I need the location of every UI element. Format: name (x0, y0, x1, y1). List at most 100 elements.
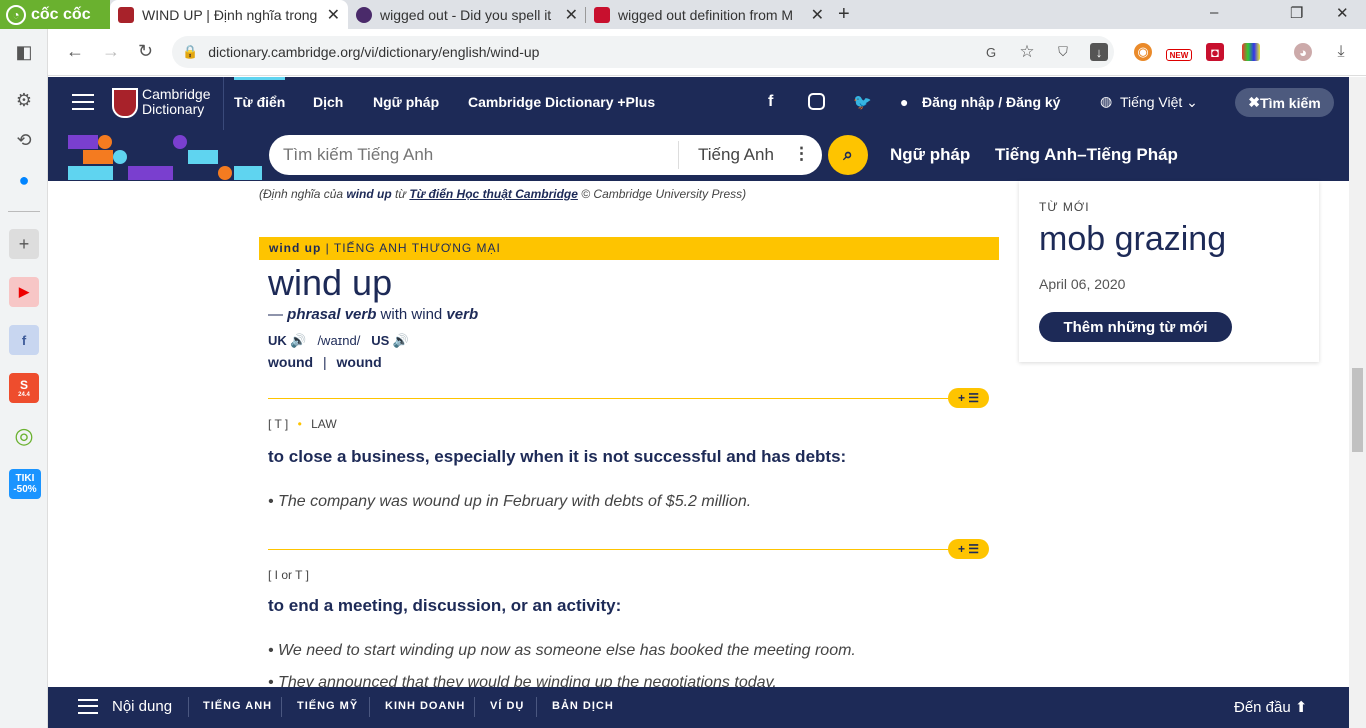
site-header: Cambridge Dictionary Từ điển Dịch Ngữ ph… (48, 77, 1349, 130)
example-sentence: • The company was wound up in February w… (268, 493, 752, 510)
tiki-icon[interactable]: TIKI -50% (9, 469, 41, 499)
minimize-icon[interactable]: ‒ (1210, 4, 1218, 21)
tab-translations[interactable]: BẢN DỊCH (552, 700, 614, 712)
shopee-badge: 24.4 (18, 392, 30, 398)
tab-business[interactable]: KINH DOANH (385, 700, 465, 712)
facebook-icon[interactable]: f (9, 325, 39, 355)
scrollbar-thumb[interactable] (1352, 368, 1363, 452)
nav-grammar[interactable]: Ngữ pháp (373, 94, 439, 110)
audio-us-icon[interactable]: 🔊 (393, 333, 409, 348)
new-tab-icon[interactable]: + (838, 3, 850, 26)
brand-line-2: Dictionary (142, 101, 205, 117)
tab-english[interactable]: TIẾNG ANH (203, 700, 272, 712)
new-word-link[interactable]: mob grazing (1039, 220, 1226, 259)
tab-american[interactable]: TIẾNG MỸ (297, 700, 358, 712)
shield-icon[interactable]: ⛉ (1054, 43, 1072, 61)
coccoc-logo-text: cốc cốc (31, 5, 91, 23)
coccoc-app-icon[interactable]: ◎ (9, 421, 39, 451)
tab-title: wigged out definition from M (618, 6, 794, 23)
bookmark-star-icon[interactable]: ☆ (1018, 42, 1036, 61)
contents-button[interactable]: Nội dung (112, 698, 172, 715)
back-to-top-button[interactable]: Đến đầu ⬆ (1234, 698, 1307, 716)
profile-avatar-icon[interactable]: ◕ (1294, 43, 1312, 61)
tab-wigged-out-definition[interactable]: wigged out definition from M ✕ (586, 0, 832, 29)
nav-plus[interactable]: Cambridge Dictionary +Plus (468, 94, 655, 110)
new-badge-icon[interactable]: NEW (1166, 49, 1192, 61)
instagram-icon[interactable] (808, 93, 825, 110)
credit-mid: từ (391, 187, 410, 201)
tab-wigged-out-spell[interactable]: wigged out - Did you spell it ✕ (348, 0, 586, 29)
add-app-icon[interactable]: + (9, 229, 39, 259)
translate-icon[interactable]: G (982, 43, 1000, 61)
nav-dictionary[interactable]: Từ điển (234, 94, 285, 110)
search-submit-button[interactable]: ⌕ (828, 135, 868, 175)
credit-source-link[interactable]: Từ điển Học thuật Cambridge (409, 187, 578, 201)
sidebar-toggle-icon[interactable]: ◧ (9, 37, 39, 67)
downloads-arrow-icon[interactable]: ⤓ (1332, 43, 1350, 61)
restore-icon[interactable]: ❐ (1290, 4, 1303, 22)
cambridge-favicon-icon (118, 6, 134, 23)
download-icon[interactable]: ↓ (1090, 43, 1108, 61)
bottom-divider (281, 697, 282, 717)
tab-wind-up[interactable]: WIND UP | Định nghĩa trong ✕ (110, 0, 348, 29)
section-label: | TIẾNG ANH THƯƠNG MẠI (321, 241, 501, 255)
english-french-link[interactable]: Tiếng Anh–Tiếng Pháp (995, 145, 1178, 165)
messenger-icon[interactable]: ● (9, 165, 39, 195)
add-to-list-button[interactable]: + ☰ (948, 388, 989, 408)
browser-sidebar: ◧ ⚙ ⟲ ● + ▶ f S 24.4 ◎ TIKI -50% (0, 29, 48, 728)
coccoc-icon: ◔ (6, 4, 26, 25)
tab-title: wigged out - Did you spell it (380, 6, 552, 23)
close-window-icon[interactable]: ✕ (1336, 4, 1349, 22)
bottom-divider (369, 697, 370, 717)
close-tab-icon[interactable]: ✕ (327, 5, 340, 25)
history-icon[interactable]: ⟲ (9, 125, 39, 155)
url-text: dictionary.cambridge.org/vi/dictionary/e… (208, 44, 540, 60)
inflection-separator: | (323, 354, 327, 370)
contents-menu-icon[interactable] (78, 699, 98, 714)
shopee-icon[interactable]: S 24.4 (9, 373, 39, 403)
login-link[interactable]: Đăng nhập / Đăng ký (922, 94, 1060, 110)
extension-color-icon[interactable] (1242, 43, 1260, 61)
tab-examples[interactable]: VÍ DỤ (490, 700, 524, 712)
settings-icon[interactable]: ⚙ (9, 85, 39, 115)
extension-chrome-icon[interactable]: ◉ (1134, 43, 1152, 61)
back-icon[interactable]: ← (66, 41, 84, 62)
search-input[interactable] (283, 144, 663, 166)
cambridge-shield-icon[interactable] (112, 88, 138, 118)
extension-red-icon[interactable]: ◘ (1206, 43, 1224, 61)
domain-label: LAW (311, 417, 337, 431)
search-toggle-button[interactable]: ✖ Tìm kiếm (1235, 88, 1334, 117)
forward-icon[interactable]: → (102, 41, 120, 62)
credit-prefix: (Định nghĩa của (259, 187, 347, 201)
reload-icon[interactable]: ↻ (138, 41, 153, 62)
user-icon[interactable]: ● (900, 94, 908, 110)
facebook-social-icon[interactable]: f (768, 93, 773, 111)
active-nav-indicator (234, 77, 285, 80)
youtube-icon[interactable]: ▶ (9, 277, 39, 307)
language-label: Tiếng Việt (1120, 94, 1183, 110)
credit-word: wind up (346, 187, 392, 201)
arrow-up-circle-icon: ⬆ (1294, 699, 1308, 716)
more-new-words-button[interactable]: Thêm những từ mới (1039, 312, 1232, 342)
audio-uk-icon[interactable]: 🔊 (290, 333, 306, 348)
url-bar[interactable]: 🔒 dictionary.cambridge.org/vi/dictionary… (172, 36, 1114, 68)
more-options-icon[interactable]: ⋮ (793, 144, 810, 164)
twitter-icon[interactable]: 🐦 (853, 93, 872, 111)
nav-translate[interactable]: Dịch (313, 94, 343, 110)
coccoc-logo[interactable]: ◔ cốc cốc (0, 0, 110, 29)
page-scrollbar[interactable] (1349, 77, 1366, 728)
close-tab-icon[interactable]: ✕ (811, 5, 824, 25)
address-toolbar: ← → ↻ 🔒 dictionary.cambridge.org/vi/dict… (48, 29, 1366, 76)
grammar-code: [ I or T ] (268, 568, 309, 582)
site-logo-text[interactable]: Cambridge Dictionary (142, 87, 210, 117)
search-box: Tiếng Anh ⋮ (269, 135, 822, 175)
add-to-list-button[interactable]: + ☰ (948, 539, 989, 559)
grammar-link[interactable]: Ngữ pháp (890, 145, 970, 165)
definition-text: to end a meeting, discussion, or an acti… (268, 596, 622, 615)
close-tab-icon[interactable]: ✕ (565, 5, 578, 25)
dictionary-selector[interactable]: Tiếng Anh (698, 145, 774, 165)
language-selector[interactable]: Tiếng Việt ⌄ (1120, 94, 1198, 111)
inflection-past: wound (268, 354, 314, 370)
header-divider (223, 77, 224, 130)
menu-icon[interactable] (72, 94, 94, 110)
